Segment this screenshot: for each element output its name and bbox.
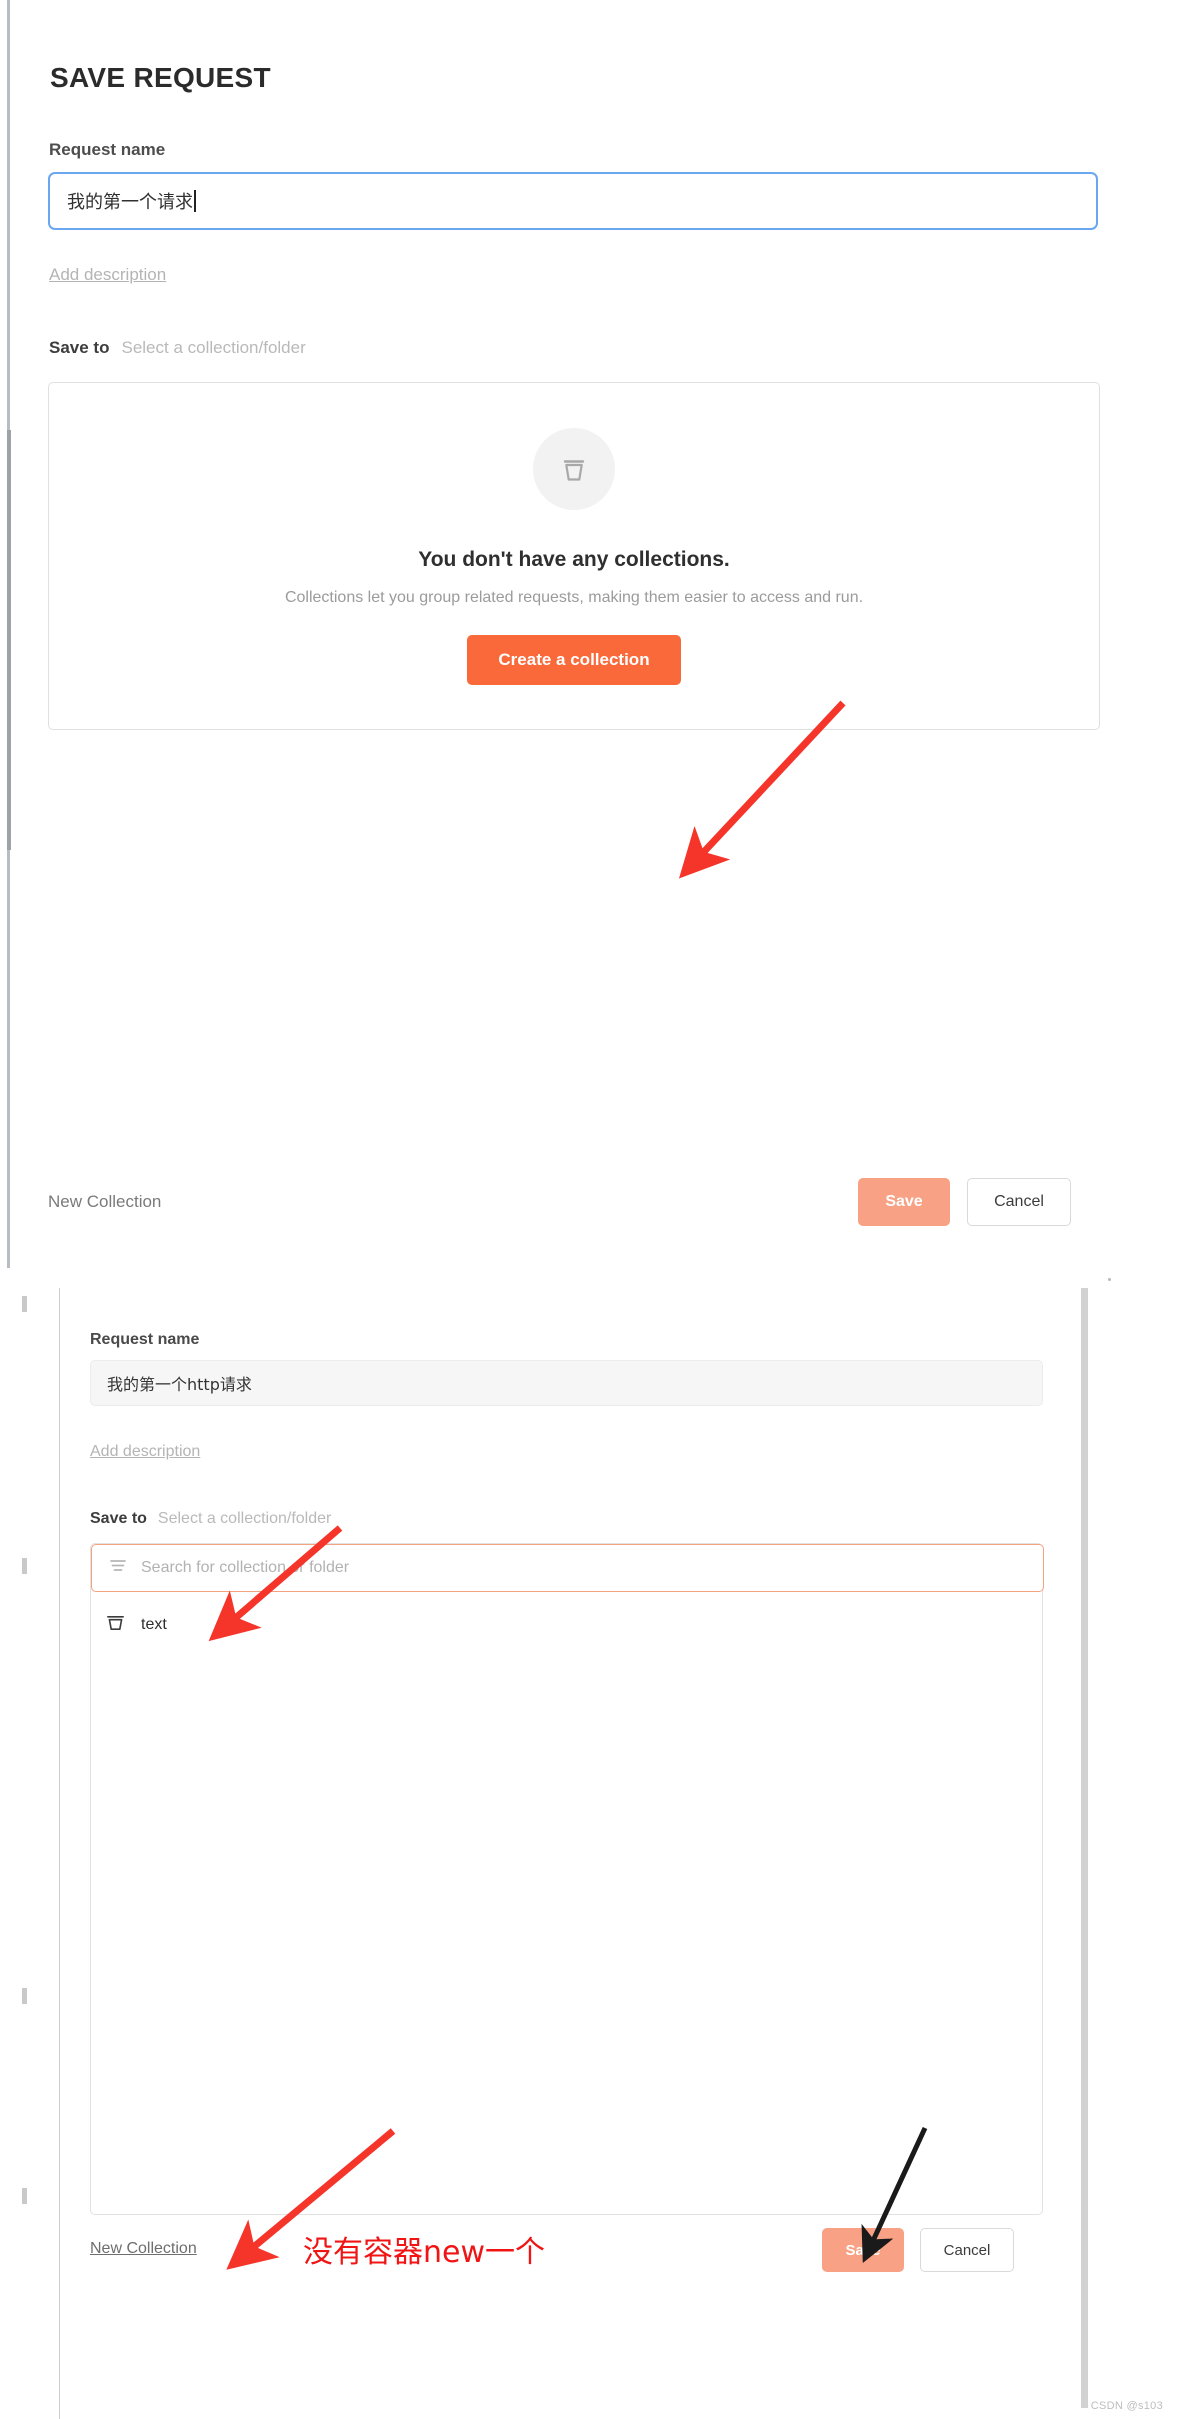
request-name-value-2: 我的第一个http请求: [107, 1375, 252, 1394]
save-to-row-2: Save to Select a collection/folder: [90, 1510, 331, 1528]
search-placeholder: Search for collection or folder: [141, 1559, 350, 1576]
collection-list-item[interactable]: text: [105, 1612, 167, 1638]
empty-state-title: You don't have any collections.: [418, 547, 730, 571]
request-name-label-2: Request name: [90, 1331, 200, 1348]
new-collection-link[interactable]: New Collection: [48, 1192, 161, 1212]
gutter-ticks: [22, 1288, 28, 2419]
filter-icon: [108, 1556, 128, 1581]
window-left-edge-scroll: [7, 430, 11, 850]
watermark: CSDN @s103: [1090, 2400, 1163, 2412]
save-to-row: Save to Select a collection/folder: [49, 338, 306, 358]
annotation-note-text: 没有容器new一个: [303, 2235, 546, 2270]
request-name-input-2[interactable]: 我的第一个http请求: [90, 1360, 1043, 1406]
collection-picker-panel-2: Search for collection or folder text: [90, 1543, 1044, 2215]
save-button[interactable]: Save: [858, 1178, 950, 1226]
collection-picker-panel: You don't have any collections. Collecti…: [48, 382, 1100, 730]
add-description-link-2[interactable]: Add description: [90, 1443, 200, 1461]
save-button-2[interactable]: Save: [822, 2228, 904, 2272]
text-caret: [194, 190, 196, 212]
cancel-button-2[interactable]: Cancel: [920, 2228, 1014, 2272]
search-collection-input[interactable]: Search for collection or folder: [91, 1544, 1044, 1592]
collection-item-label: text: [141, 1616, 167, 1633]
save-request-dialog-empty: SAVE REQUEST Request name 我的第一个请求 Add de…: [0, 0, 1177, 1268]
save-to-hint: Select a collection/folder: [121, 338, 306, 357]
separator-dot: [1108, 1278, 1111, 1281]
cancel-button[interactable]: Cancel: [967, 1178, 1071, 1226]
vertical-scrollbar[interactable]: [1081, 1288, 1088, 2408]
empty-state: You don't have any collections. Collecti…: [49, 383, 1099, 729]
collection-trash-icon: [105, 1612, 126, 1638]
new-collection-link-2[interactable]: New Collection: [90, 2240, 197, 2258]
save-to-hint-2: Select a collection/folder: [157, 1510, 332, 1527]
add-description-link[interactable]: Add description: [49, 265, 166, 285]
save-to-label-2: Save to: [90, 1510, 147, 1527]
request-name-label: Request name: [49, 140, 166, 159]
create-a-collection-button[interactable]: Create a collection: [467, 634, 681, 685]
screenshot-page: SAVE REQUEST Request name 我的第一个请求 Add de…: [0, 0, 1177, 2419]
page-title: SAVE REQUEST: [50, 62, 271, 93]
collection-trash-icon: [533, 427, 615, 510]
save-to-label: Save to: [49, 338, 110, 357]
request-name-value: 我的第一个请求: [67, 192, 193, 213]
request-name-input[interactable]: 我的第一个请求: [48, 172, 1098, 230]
empty-state-subtitle: Collections let you group related reques…: [284, 588, 864, 606]
